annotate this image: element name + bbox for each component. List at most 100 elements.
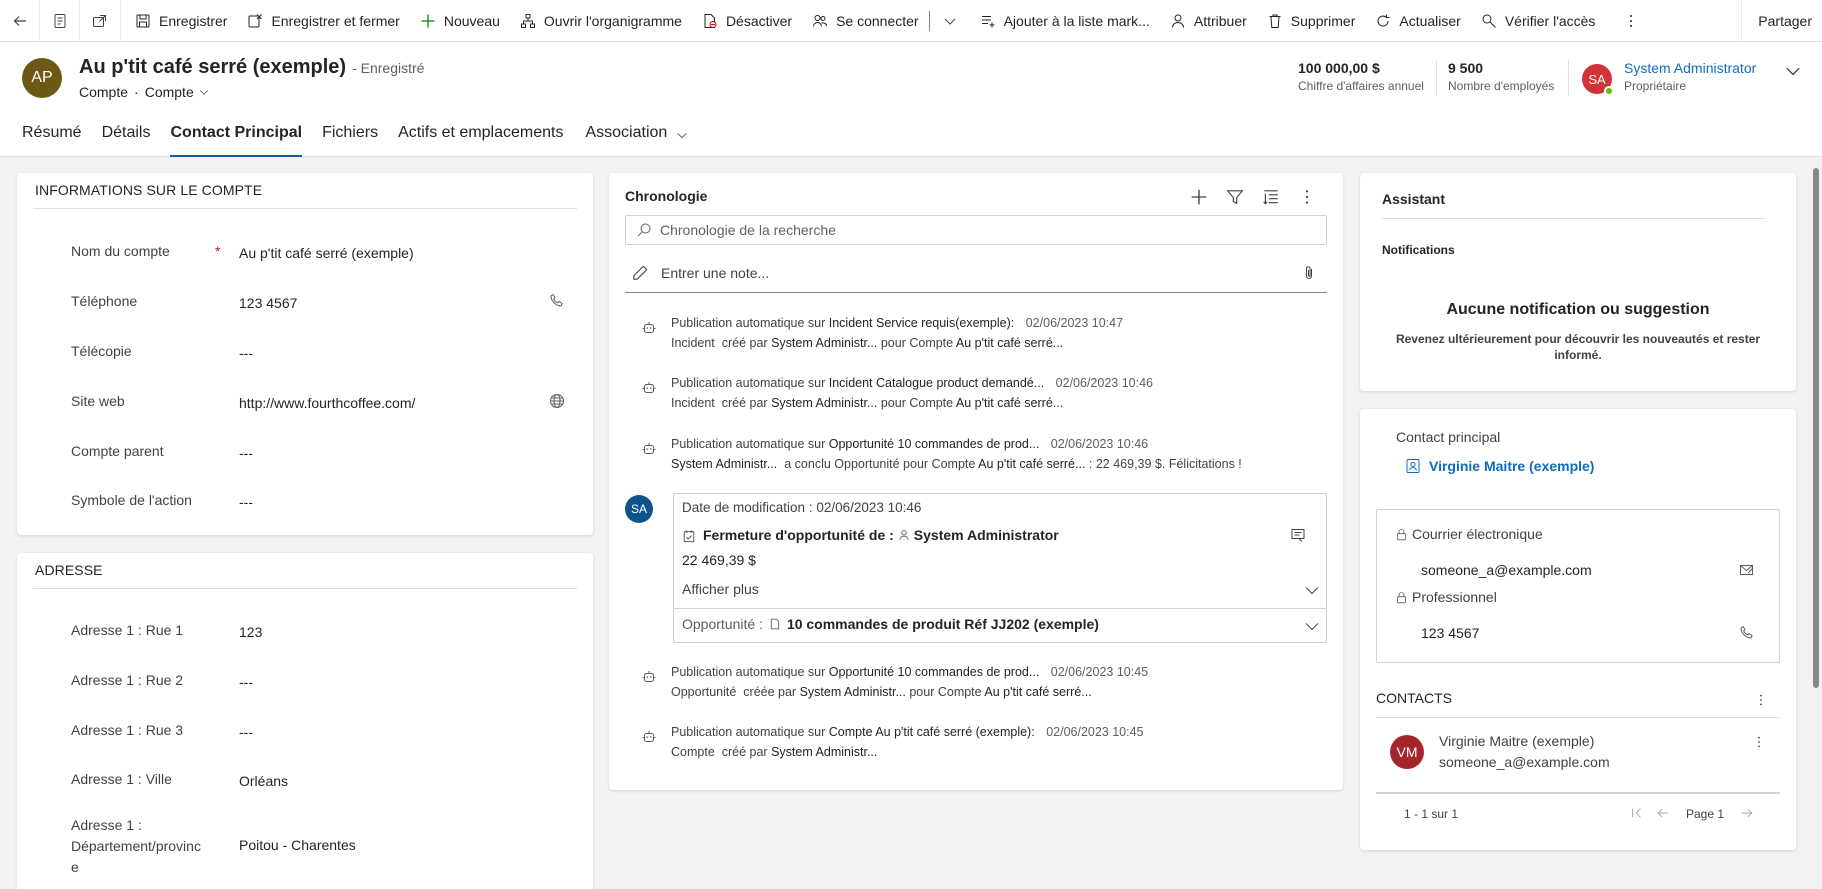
post-entity: Compte: [671, 745, 715, 759]
save-close-button[interactable]: Enregistrer et fermer: [237, 0, 409, 42]
divider: [1436, 60, 1437, 96]
add-marketing-list-label: Ajouter à la liste mark...: [1003, 12, 1150, 29]
timeline-activity-card[interactable]: Date de modification : 02/06/2023 10:46 …: [673, 493, 1327, 643]
add-marketing-list-button[interactable]: Ajouter à la liste mark...: [970, 0, 1160, 42]
label-line: Département/provinc: [71, 838, 201, 854]
post-account[interactable]: Au p'tit café serré...: [956, 396, 1063, 410]
post-title: Publication automatique sur Opportunité …: [671, 437, 1148, 451]
filter-icon[interactable]: [1226, 188, 1244, 206]
connect-dropdown-button[interactable]: [930, 0, 970, 42]
post-prefix: Publication automatique sur: [671, 665, 826, 679]
tab-primary-contact[interactable]: Contact Principal: [170, 122, 303, 157]
more-commands-button[interactable]: [1605, 0, 1657, 42]
show-more-button[interactable]: Afficher plus: [682, 581, 759, 597]
related-opportunity-link[interactable]: 10 commandes de produit Réf JJ202 (exemp…: [787, 616, 1099, 632]
phone-value[interactable]: 123 4567: [1421, 625, 1479, 641]
tab-association[interactable]: Association: [585, 122, 689, 157]
globe-icon[interactable]: [549, 393, 565, 409]
email-value[interactable]: someone_a@example.com: [1421, 562, 1592, 578]
field-label: Adresse 1 : Rue 2: [71, 672, 184, 688]
org-chart-label: Ouvrir l'organigramme: [543, 12, 682, 29]
form-view-button[interactable]: [40, 0, 80, 42]
timeline-search-input[interactable]: Chronologie de la recherche: [625, 215, 1327, 245]
tab-summary[interactable]: Résumé: [22, 122, 82, 157]
field-value[interactable]: ---: [239, 445, 253, 461]
contact-name[interactable]: Virginie Maitre (exemple): [1439, 733, 1594, 749]
deactivate-button[interactable]: Désactiver: [692, 0, 802, 42]
field-value[interactable]: 123: [239, 624, 262, 640]
form-selector[interactable]: Compte: [145, 84, 210, 100]
activity-title-user[interactable]: System Administrator: [914, 527, 1059, 543]
field-value[interactable]: ---: [239, 345, 253, 361]
sort-icon[interactable]: [1262, 188, 1280, 206]
opportunity-close-icon: [683, 530, 695, 543]
check-access-button[interactable]: Vérifier l'accès: [1471, 0, 1606, 42]
chevron-down-icon[interactable]: [1304, 618, 1320, 634]
post-user[interactable]: System Administr...: [771, 396, 877, 410]
arrow-right-icon[interactable]: [1740, 806, 1754, 820]
note-input[interactable]: Entrer une note...: [625, 253, 1327, 293]
tab-assets-locations[interactable]: Actifs et emplacements: [398, 122, 563, 157]
post-subject[interactable]: Compte Au p'tit café serré (exemple):: [829, 725, 1035, 739]
connect-button[interactable]: Se connecter: [802, 0, 929, 42]
send-email-icon[interactable]: [1739, 562, 1755, 578]
field-value[interactable]: ---: [239, 674, 253, 690]
post-account[interactable]: Au p'tit café serré...: [984, 685, 1091, 699]
org-chart-button[interactable]: Ouvrir l'organigramme: [510, 0, 692, 42]
phone-icon[interactable]: [549, 293, 565, 309]
assign-button[interactable]: Attribuer: [1160, 0, 1257, 42]
post-subject[interactable]: Incident Catalogue product demandé...: [829, 376, 1044, 390]
post-subject[interactable]: Opportunité 10 commandes de prod...: [829, 437, 1040, 451]
field-value[interactable]: ---: [239, 494, 253, 510]
chevron-down-icon[interactable]: [1304, 582, 1320, 598]
new-button[interactable]: Nouveau: [410, 0, 510, 42]
refresh-icon: [1377, 14, 1390, 27]
back-button[interactable]: [0, 0, 40, 42]
post-user[interactable]: System Administr...: [671, 457, 777, 471]
search-icon: [637, 223, 651, 237]
delete-label: Supprimer: [1290, 12, 1356, 29]
phone-icon[interactable]: [1739, 625, 1755, 641]
delete-button[interactable]: Supprimer: [1257, 0, 1366, 42]
field-value[interactable]: Au p'tit café serré (exemple): [239, 245, 414, 261]
field-value[interactable]: http://www.fourthcoffee.com/: [239, 395, 415, 411]
label-line: Adresse 1 :: [71, 817, 142, 833]
kpi-label: Chiffre d'affaires annuel: [1298, 79, 1424, 93]
field-value[interactable]: ---: [239, 724, 253, 740]
tab-files[interactable]: Fichiers: [322, 122, 378, 157]
post-subject[interactable]: Opportunité 10 commandes de prod...: [829, 665, 1040, 679]
owner-name[interactable]: System Administrator: [1624, 60, 1756, 76]
first-page-icon[interactable]: [1630, 806, 1644, 820]
field-value[interactable]: 123 4567: [239, 295, 297, 311]
post-user[interactable]: System Administr...: [771, 336, 877, 350]
scrollbar-thumb[interactable]: [1813, 168, 1819, 688]
more-vertical-icon[interactable]: [1754, 693, 1768, 707]
label-line: e: [71, 859, 79, 875]
primary-contact-link[interactable]: Virginie Maitre (exemple): [1405, 458, 1594, 474]
share-button[interactable]: Partager: [1741, 0, 1822, 42]
post-user[interactable]: System Administr...: [800, 685, 906, 699]
open-new-window-button[interactable]: [80, 0, 120, 42]
empty-title: Aucune notification ou suggestion: [1446, 301, 1710, 318]
post-user[interactable]: System Administr...: [771, 745, 877, 759]
post-account[interactable]: Au p'tit café serré...: [978, 457, 1085, 471]
chevron-down-icon[interactable]: [1784, 62, 1802, 80]
note-icon[interactable]: [1290, 527, 1306, 543]
list-item[interactable]: VM Virginie Maitre (exemple) someone_a@e…: [1376, 725, 1780, 781]
save-button[interactable]: Enregistrer: [125, 0, 237, 42]
field-value[interactable]: Poitou - Charentes: [239, 837, 356, 853]
arrow-left-icon[interactable]: [1656, 806, 1670, 820]
post-account[interactable]: Au p'tit café serré...: [956, 336, 1063, 350]
tab-details[interactable]: Détails: [102, 122, 151, 157]
more-vertical-icon[interactable]: [1298, 188, 1316, 206]
refresh-button[interactable]: Actualiser: [1365, 0, 1470, 42]
attachment-icon[interactable]: [1301, 265, 1317, 281]
plus-icon[interactable]: [1190, 188, 1208, 206]
more-vertical-icon[interactable]: [1752, 735, 1766, 749]
record-subtitle: Compte · Compte: [79, 84, 210, 100]
share-label: Partager: [1758, 13, 1812, 29]
empty-text: Revenez ultérieurement pour découvrir le…: [1360, 331, 1796, 363]
section-title: ADRESSE: [35, 562, 103, 578]
post-subject[interactable]: Incident Service requis(exemple):: [829, 316, 1015, 330]
field-value[interactable]: Orléans: [239, 773, 288, 789]
